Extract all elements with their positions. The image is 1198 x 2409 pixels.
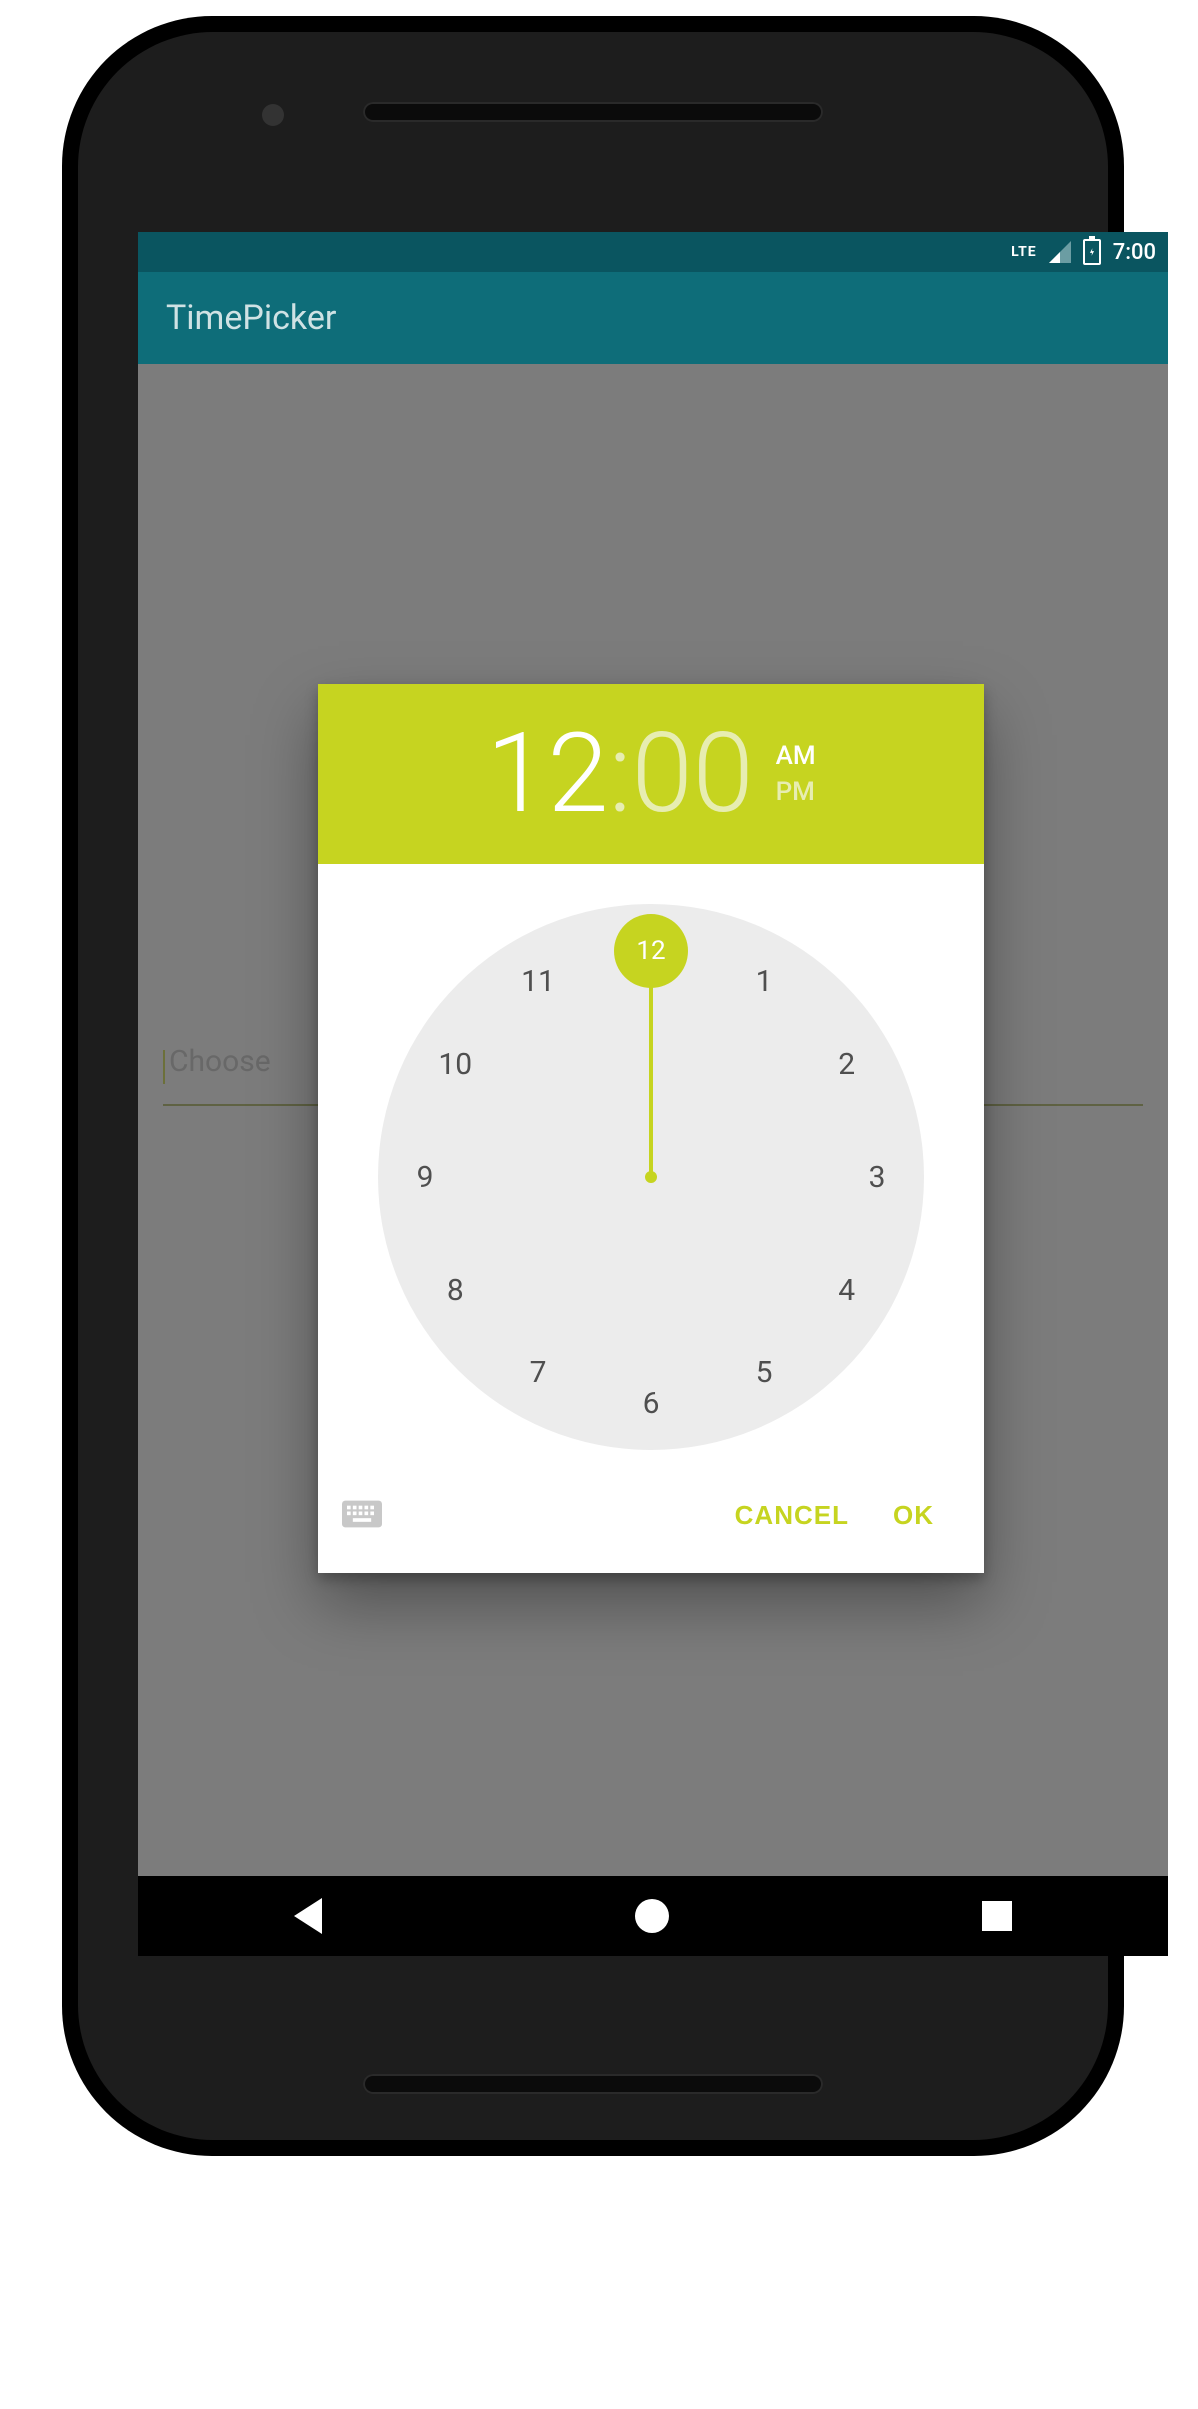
device-frame: LTE 7:00 TimePicker Choose 12 : (62, 16, 1124, 2156)
status-time: 7:00 (1113, 240, 1156, 265)
ok-button[interactable]: OK (871, 1488, 956, 1543)
nav-recents-icon[interactable] (982, 1901, 1012, 1931)
clock-hour-7[interactable]: 7 (513, 1348, 563, 1398)
dialog-body: 12 1234567891011 (318, 864, 984, 1470)
clock-hour-8[interactable]: 8 (430, 1265, 480, 1315)
app-content: Choose 12 : 00 AM PM (138, 364, 1168, 1876)
minute-display[interactable]: 00 (632, 719, 754, 829)
clock-hour-10[interactable]: 10 (430, 1039, 480, 1089)
clock-hour-4[interactable]: 4 (822, 1265, 872, 1315)
chin-grille (363, 2074, 823, 2094)
clock-hour-5[interactable]: 5 (739, 1348, 789, 1398)
dialog-actions: CANCEL OK (318, 1470, 984, 1573)
bolt-icon (1087, 245, 1097, 259)
front-camera (262, 104, 284, 126)
app-title: TimePicker (166, 298, 336, 338)
app-bar: TimePicker (138, 272, 1168, 364)
clock-hour-12[interactable] (626, 926, 676, 976)
clock-hour-1[interactable]: 1 (739, 956, 789, 1006)
hour-display[interactable]: 12 (486, 719, 608, 829)
clock-hour-2[interactable]: 2 (822, 1039, 872, 1089)
selected-time-display: 12 : 00 (486, 719, 753, 829)
clock-center-dot (645, 1171, 657, 1183)
clock-hour-9[interactable]: 9 (400, 1152, 450, 1202)
clock-hour-11[interactable]: 11 (513, 956, 563, 1006)
pm-option[interactable]: PM (776, 777, 816, 807)
nav-home-icon[interactable] (635, 1899, 669, 1933)
time-picker-dialog: 12 : 00 AM PM 12 (318, 684, 984, 1573)
ampm-toggle: AM PM (776, 741, 816, 807)
network-label: LTE (1011, 244, 1037, 260)
clock-hour-6[interactable]: 6 (626, 1378, 676, 1428)
keyboard-svg (342, 1499, 382, 1529)
navigation-bar (138, 1876, 1168, 1956)
analog-clock[interactable]: 12 1234567891011 (378, 904, 924, 1450)
nav-back-icon[interactable] (294, 1898, 322, 1934)
earpiece (363, 102, 823, 122)
signal-icon (1049, 241, 1071, 263)
battery-charging-icon (1083, 239, 1101, 265)
blank-area (0, 2156, 1198, 2409)
keyboard-icon[interactable] (342, 1499, 382, 1533)
time-colon: : (608, 719, 631, 829)
screen: LTE 7:00 TimePicker Choose 12 : (138, 232, 1168, 1956)
cancel-button[interactable]: CANCEL (713, 1488, 871, 1543)
clock-hour-3[interactable]: 3 (852, 1152, 902, 1202)
dialog-header: 12 : 00 AM PM (318, 684, 984, 864)
am-option[interactable]: AM (776, 741, 816, 771)
status-bar: LTE 7:00 (138, 232, 1168, 272)
